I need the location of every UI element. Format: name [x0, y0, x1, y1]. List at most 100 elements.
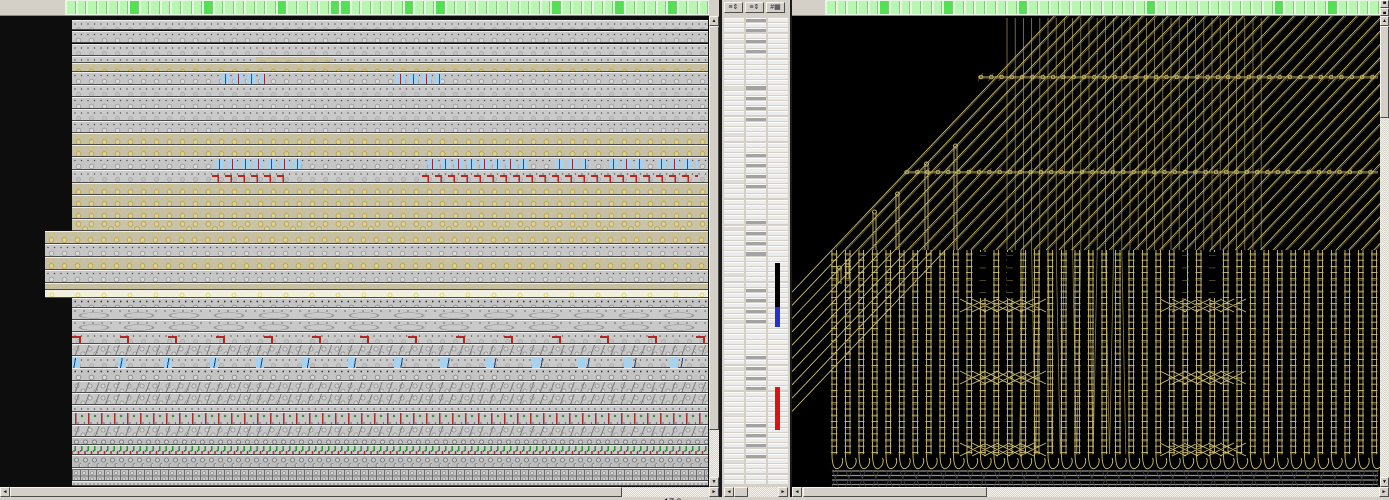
- ruler-cell[interactable]: [298, 1, 308, 14]
- pattern-row[interactable]: [72, 121, 708, 133]
- pattern-row[interactable]: [72, 412, 708, 425]
- bar-list-row[interactable]: [724, 174, 744, 178]
- bar-list-row[interactable]: [724, 376, 744, 380]
- ruler-cell[interactable]: [382, 1, 392, 14]
- bar-list-row[interactable]: [768, 70, 788, 74]
- split-pane-bottom-button[interactable]: ▄: [1380, 8, 1389, 16]
- bar-list-row[interactable]: [746, 412, 766, 416]
- bar-list-row[interactable]: [724, 226, 744, 230]
- bar-sort-down-button[interactable]: ≡⇕: [745, 2, 764, 13]
- pattern-row[interactable]: [72, 44, 708, 56]
- bar-list-row[interactable]: [768, 80, 788, 84]
- bar-list-row[interactable]: [724, 267, 744, 271]
- bar-list-row[interactable]: [768, 91, 788, 95]
- bar-list-row[interactable]: [768, 417, 788, 421]
- bar-list-row[interactable]: [724, 288, 744, 292]
- bar-list-row[interactable]: [746, 23, 766, 27]
- bar-list-row[interactable]: [768, 438, 788, 442]
- bar-list-row[interactable]: [746, 184, 766, 188]
- bar-list-row[interactable]: [746, 392, 766, 396]
- bar-list-row[interactable]: [724, 319, 744, 323]
- bar-list-row[interactable]: [724, 459, 744, 463]
- bar-list-row[interactable]: [746, 257, 766, 261]
- bar-list-row[interactable]: [724, 241, 744, 245]
- bar-list-row[interactable]: [724, 70, 744, 74]
- ruler-cell[interactable]: [1114, 1, 1124, 14]
- bar-list-row[interactable]: [746, 277, 766, 281]
- bar-list-row[interactable]: [768, 480, 788, 484]
- bar-list-row[interactable]: [746, 423, 766, 427]
- bar-list-row[interactable]: [724, 220, 744, 224]
- bar-list-row[interactable]: [768, 319, 788, 323]
- ruler-cell[interactable]: [1220, 1, 1230, 14]
- bar-list-row[interactable]: [746, 158, 766, 162]
- bar-list-row[interactable]: [768, 23, 788, 27]
- ruler-cell[interactable]: [1316, 1, 1326, 14]
- bar-list-row[interactable]: [724, 262, 744, 266]
- ruler-cell[interactable]: [182, 1, 192, 14]
- pattern-row[interactable]: [72, 368, 708, 381]
- bar-list-row[interactable]: [746, 132, 766, 136]
- bar-list-row[interactable]: [724, 454, 744, 458]
- bar-list-row[interactable]: [768, 54, 788, 58]
- bar-list-row[interactable]: [746, 329, 766, 333]
- ruler-cell[interactable]: [901, 1, 911, 14]
- bar-list-row[interactable]: [768, 277, 788, 281]
- pattern-row[interactable]: [72, 31, 708, 43]
- pattern-row[interactable]: [72, 20, 708, 30]
- pattern-row[interactable]: [45, 283, 708, 290]
- bar-list-row[interactable]: [746, 231, 766, 235]
- bar-list-row[interactable]: [746, 449, 766, 453]
- bar-list-row[interactable]: [768, 65, 788, 69]
- bar-list-row[interactable]: [746, 39, 766, 43]
- bar-list-row[interactable]: [768, 122, 788, 126]
- ruler-cell[interactable]: [1263, 1, 1273, 14]
- ruler-cell[interactable]: [1167, 1, 1177, 14]
- bar-list-row[interactable]: [724, 355, 744, 359]
- ruler-cell[interactable]: [1306, 1, 1316, 14]
- ruler-cell[interactable]: [1199, 1, 1209, 14]
- bar-list-row[interactable]: [746, 298, 766, 302]
- ruler-cell[interactable]: [1242, 1, 1252, 14]
- bar-list-row[interactable]: [746, 303, 766, 307]
- bar-list-row[interactable]: [768, 288, 788, 292]
- ruler-cell[interactable]: [869, 1, 879, 14]
- bar-list-row[interactable]: [768, 412, 788, 416]
- ruler-cell[interactable]: [646, 1, 656, 14]
- bar-list-row[interactable]: [768, 428, 788, 432]
- bar-list-row[interactable]: [746, 205, 766, 209]
- bar-list-row[interactable]: [768, 132, 788, 136]
- bar-list-row[interactable]: [724, 132, 744, 136]
- bar-list-row[interactable]: [768, 443, 788, 447]
- ruler-cell[interactable]: [340, 1, 350, 14]
- bar-list-row[interactable]: [724, 54, 744, 58]
- bar-list-row[interactable]: [746, 127, 766, 131]
- bar-list-row[interactable]: [768, 148, 788, 152]
- ruler-cell[interactable]: [351, 1, 361, 14]
- bar-list-row[interactable]: [746, 246, 766, 250]
- bar-list-row[interactable]: [746, 443, 766, 447]
- bar-list-row[interactable]: [724, 210, 744, 214]
- ruler-cell[interactable]: [1071, 1, 1081, 14]
- bar-list-row[interactable]: [768, 231, 788, 235]
- ruler-cell[interactable]: [583, 1, 593, 14]
- bar-list-row[interactable]: [724, 18, 744, 22]
- bar-list-row[interactable]: [746, 262, 766, 266]
- bar-list-row[interactable]: [768, 241, 788, 245]
- bar-list-row[interactable]: [746, 65, 766, 69]
- bar-list-row[interactable]: [768, 236, 788, 240]
- bar-list-row[interactable]: [746, 34, 766, 38]
- pattern-row[interactable]: [45, 270, 708, 283]
- ruler-cell[interactable]: [1135, 1, 1145, 14]
- bar-list-row[interactable]: [768, 137, 788, 141]
- bar-list-row[interactable]: [746, 355, 766, 359]
- ruler-cell[interactable]: [1082, 1, 1092, 14]
- ruler-cell[interactable]: [456, 1, 466, 14]
- pattern-row[interactable]: [72, 109, 708, 121]
- ruler-cell[interactable]: [425, 1, 435, 14]
- bar-list-row[interactable]: [724, 277, 744, 281]
- pattern-row[interactable]: [72, 445, 708, 455]
- bar-list-row[interactable]: [746, 319, 766, 323]
- pattern-row[interactable]: [72, 97, 708, 109]
- ruler-cell[interactable]: [890, 1, 900, 14]
